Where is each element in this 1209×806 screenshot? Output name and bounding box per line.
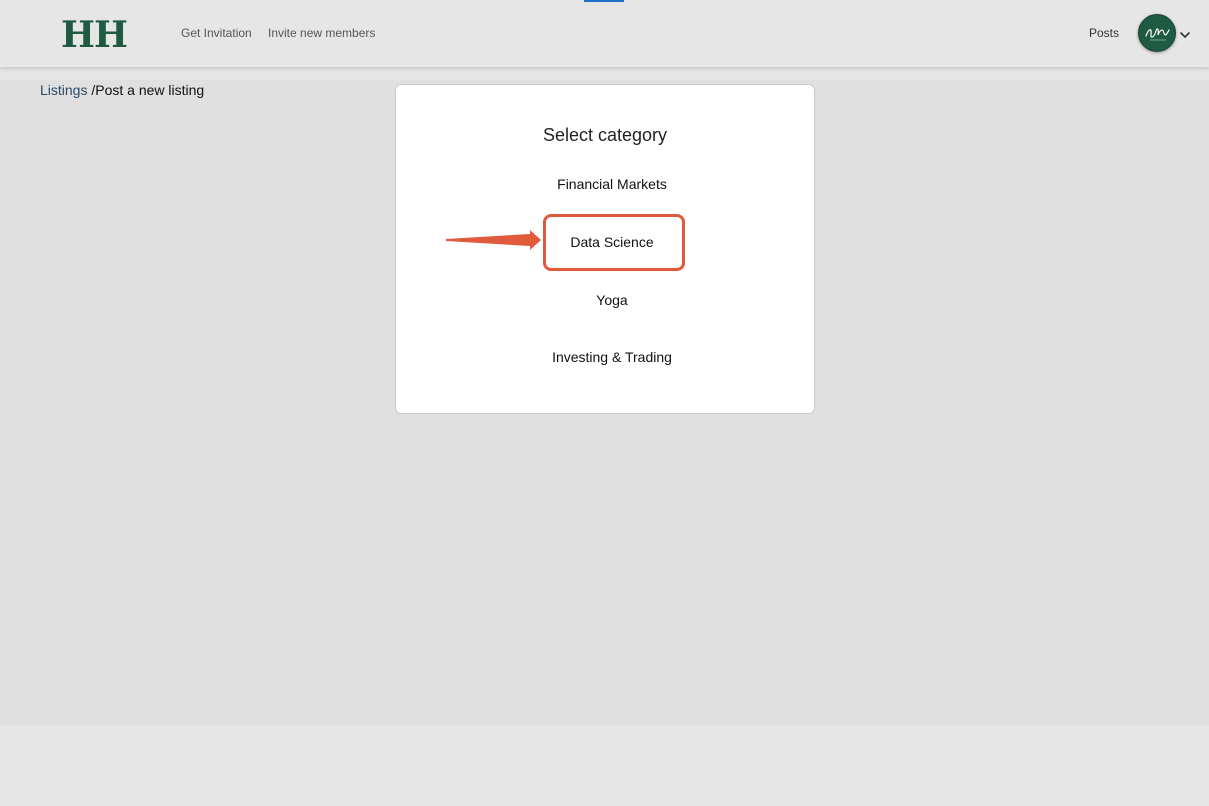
top-navbar: HH Get Invitation Invite new members Pos…	[0, 0, 1209, 67]
avatar[interactable]	[1138, 14, 1176, 52]
breadcrumb-listings-link[interactable]: Listings	[40, 82, 87, 98]
chevron-down-icon[interactable]	[1179, 28, 1191, 40]
category-option-data-science[interactable]: Data Science	[403, 234, 821, 250]
nav-invite-members-link[interactable]: Invite new members	[268, 26, 375, 40]
breadcrumb: Listings /Post a new listing	[40, 82, 204, 98]
breadcrumb-current: Post a new listing	[95, 82, 205, 98]
dialog-title: Select category	[542, 125, 668, 145]
nav-get-invitation-link[interactable]: Get Invitation	[181, 26, 252, 40]
top-accent-bar	[584, 0, 624, 2]
avatar-signature-icon	[1145, 28, 1170, 41]
category-option-yoga[interactable]: Yoga	[403, 292, 821, 308]
nav-posts-link[interactable]: Posts	[1089, 26, 1119, 40]
category-option-investing-trading[interactable]: Investing & Trading	[403, 349, 821, 365]
category-option-financial-markets[interactable]: Financial Markets	[403, 176, 821, 192]
site-logo[interactable]: HH	[61, 14, 128, 56]
select-category-dialog: Select category Financial Markets Data S…	[395, 84, 815, 414]
